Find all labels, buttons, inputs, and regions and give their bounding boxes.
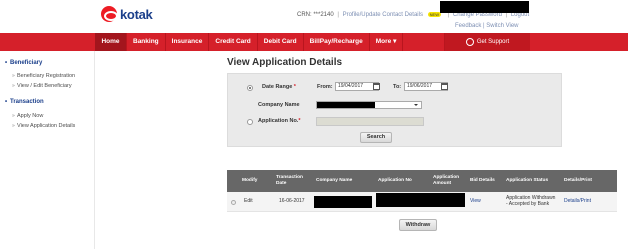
company-name-select[interactable] — [316, 101, 422, 109]
col-transaction-date: Transaction Date — [276, 175, 303, 186]
transaction-date: 16-06-2017 — [279, 198, 305, 204]
main-nav: Home Banking Insurance Credit Card Debit… — [0, 33, 628, 51]
redacted-area — [440, 1, 529, 13]
phone-icon — [465, 38, 474, 46]
application-no-input[interactable] — [316, 117, 424, 126]
details-print-link[interactable]: Details/Print — [564, 198, 591, 204]
profile-link[interactable]: Profile/Update Contact Details — [343, 12, 423, 18]
search-form: Date Range * From: 19/04/2017 To: 19/06/… — [227, 73, 562, 147]
col-company-name: Company Name — [316, 178, 353, 183]
nav-more[interactable]: More ▾ — [370, 33, 404, 51]
chevron-down-icon — [414, 104, 418, 106]
redacted-company-name — [317, 102, 375, 108]
nav-more-label: More — [375, 38, 392, 45]
kotak-logo-icon — [101, 6, 118, 22]
application-no-radio[interactable] — [247, 119, 253, 125]
col-bid-details: Bid Details — [470, 178, 495, 183]
get-support-label: Get Support — [476, 39, 510, 45]
col-application-no: Application No — [378, 178, 412, 183]
sidebar-item-apply-now[interactable]: Apply Now — [12, 113, 43, 119]
row-select-radio[interactable] — [231, 200, 236, 205]
logo-text: kotak — [120, 6, 153, 22]
table-row: Edit 16-06-2017 View Application Withdra… — [227, 192, 617, 212]
new-badge: NEW — [427, 12, 441, 17]
from-label: From: — [317, 84, 333, 90]
switch-view-link[interactable]: Switch View — [486, 23, 518, 29]
nav-insurance[interactable]: Insurance — [166, 33, 210, 51]
nav-debit-card[interactable]: Debit Card — [258, 33, 304, 51]
edit-link[interactable]: Edit — [244, 198, 253, 204]
col-modify: Modify — [242, 178, 258, 183]
col-details-print: Details/Print — [564, 178, 592, 183]
top-header: kotak CRN: ***2140 | Profile/Update Cont… — [0, 0, 628, 33]
view-bid-link[interactable]: View — [470, 198, 481, 204]
nav-banking[interactable]: Banking — [127, 33, 166, 51]
redacted-company-name — [314, 196, 372, 208]
page-title: View Application Details — [227, 57, 343, 68]
kotak-logo[interactable]: kotak — [101, 6, 153, 22]
to-label: To: — [393, 84, 402, 90]
sidebar-item-view-application-details[interactable]: View Application Details — [12, 123, 75, 129]
application-no-label: Application No.* — [258, 118, 301, 124]
sidebar-heading-transaction[interactable]: Transaction — [5, 99, 44, 105]
nav-home[interactable]: Home — [95, 33, 127, 51]
nav-items: Home Banking Insurance Credit Card Debit… — [95, 33, 404, 51]
sidebar-item-view-edit-beneficiary[interactable]: View / Edit Beneficiary — [12, 83, 72, 89]
date-range-radio[interactable] — [247, 85, 253, 91]
company-name-label: Company Name — [258, 102, 300, 108]
search-button[interactable]: Search — [360, 132, 392, 143]
sidebar-item-beneficiary-registration[interactable]: Beneficiary Registration — [12, 73, 75, 79]
secondary-links: Feedback | Switch View — [455, 23, 519, 29]
application-status: Application Withdrawn - Accepted by Bank — [506, 195, 556, 207]
sidebar: Beneficiary Beneficiary Registration Vie… — [0, 51, 95, 249]
nav-billpay[interactable]: BillPay/Recharge — [304, 33, 370, 51]
table-header: Modify Transaction Date Company Name App… — [227, 170, 617, 192]
feedback-link[interactable]: Feedback — [455, 23, 481, 29]
chevron-down-icon: ▾ — [393, 38, 397, 45]
calendar-icon[interactable] — [441, 83, 448, 90]
calendar-icon[interactable] — [373, 83, 380, 90]
sidebar-heading-beneficiary[interactable]: Beneficiary — [5, 60, 42, 66]
crn-label: CRN: ***2140 — [297, 12, 334, 18]
redacted-application-no — [376, 193, 465, 207]
withdraw-button[interactable]: Withdraw — [399, 219, 437, 231]
get-support-button[interactable]: Get Support — [444, 33, 530, 51]
col-application-status: Application Status — [506, 178, 549, 183]
col-application-amount: Application Amount — [433, 175, 460, 186]
nav-credit-card[interactable]: Credit Card — [209, 33, 258, 51]
date-range-label: Date Range * — [262, 84, 296, 90]
